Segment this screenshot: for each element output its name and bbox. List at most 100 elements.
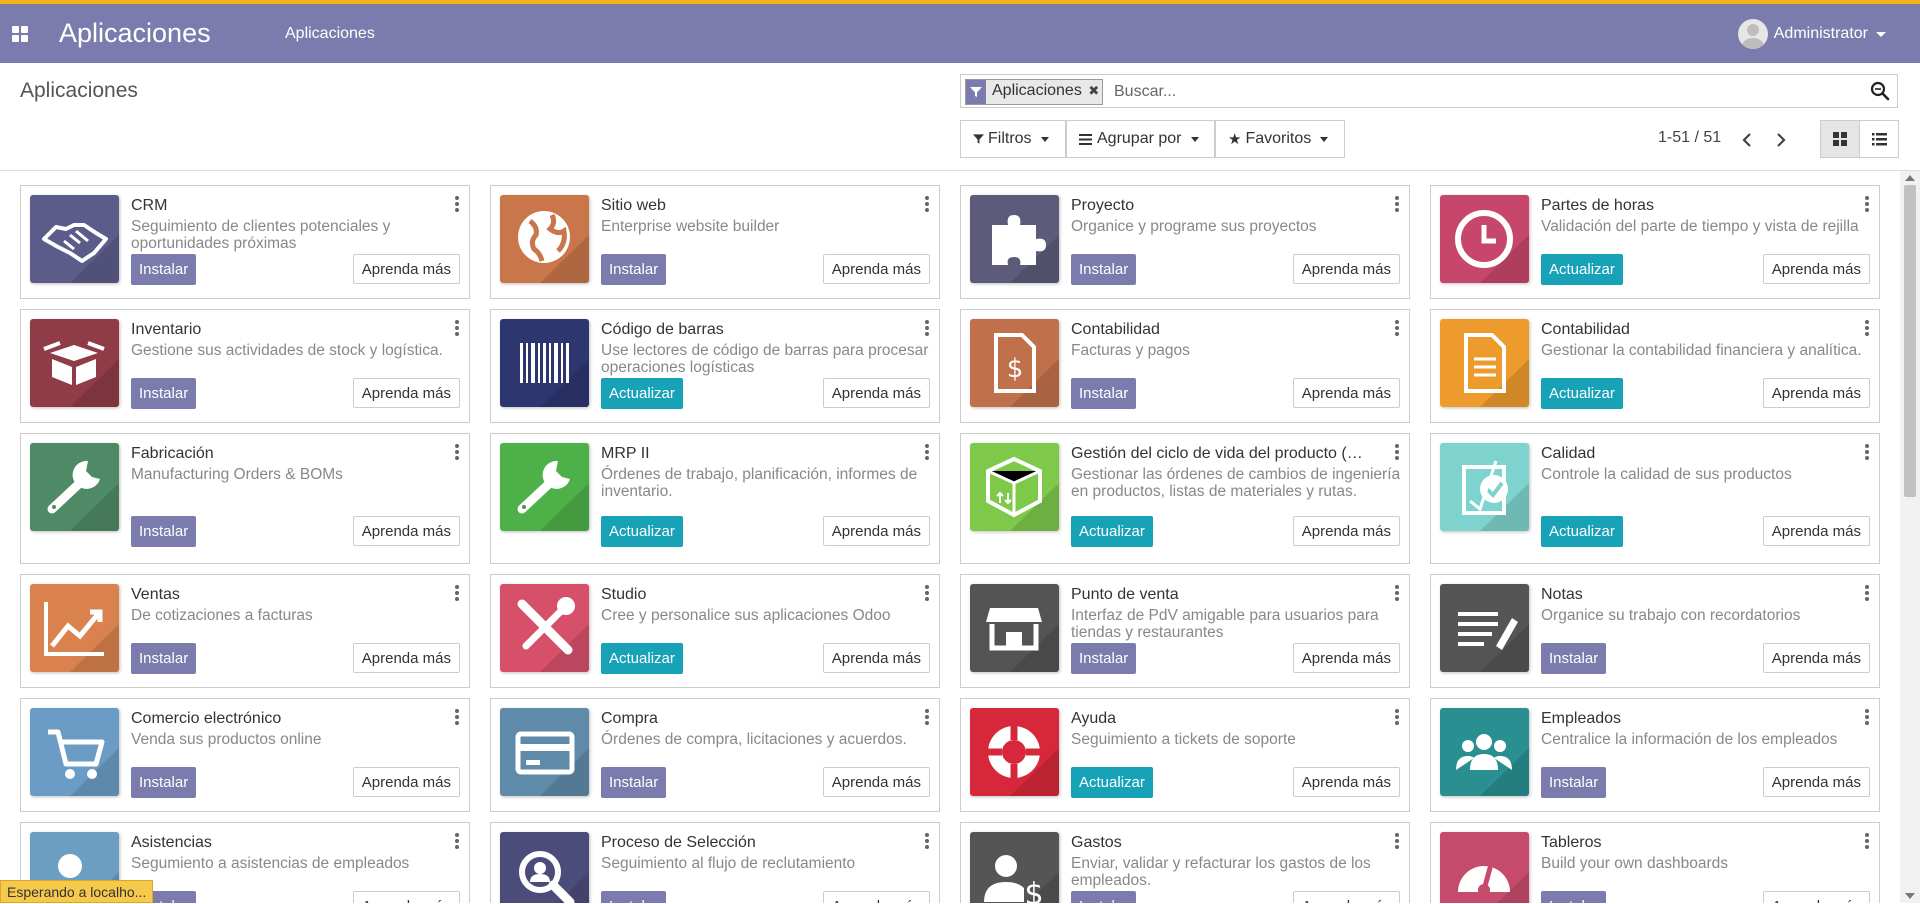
filters-dropdown[interactable]: Filtros (960, 120, 1066, 158)
learn-more-button[interactable]: Aprenda más (1292, 254, 1400, 284)
search-icon[interactable] (1869, 80, 1891, 102)
update-button[interactable]: Actualizar (1071, 767, 1153, 798)
app-name: Partes de horas (1541, 197, 1654, 214)
more-options-icon[interactable] (454, 320, 460, 336)
more-options-icon[interactable] (1864, 833, 1870, 849)
install-button[interactable]: Instalar (601, 254, 667, 285)
more-options-icon[interactable] (1864, 444, 1870, 460)
learn-more-button[interactable]: Aprenda más (1762, 378, 1870, 408)
apps-menu-icon[interactable] (12, 26, 28, 42)
more-options-icon[interactable] (1394, 833, 1400, 849)
install-button[interactable]: Instalar (131, 643, 197, 674)
learn-more-button[interactable]: Aprenda más (352, 378, 460, 408)
learn-more-button[interactable]: Aprenda más (1762, 891, 1870, 903)
update-button[interactable]: Actualizar (601, 516, 683, 547)
favorites-dropdown[interactable]: ★ Favoritos (1215, 120, 1345, 158)
app-name: Gastos (1071, 834, 1122, 851)
learn-more-button[interactable]: Aprenda más (822, 378, 930, 408)
update-button[interactable]: Actualizar (1541, 378, 1623, 409)
install-button[interactable]: Instalar (1071, 891, 1137, 903)
more-options-icon[interactable] (924, 444, 930, 460)
install-button[interactable]: Instalar (601, 891, 667, 903)
learn-more-button[interactable]: Aprenda más (1762, 254, 1870, 284)
learn-more-button[interactable]: Aprenda más (822, 891, 930, 903)
user-menu[interactable]: Administrator (1737, 18, 1886, 50)
install-button[interactable]: Instalar (1071, 254, 1137, 285)
learn-more-button[interactable]: Aprenda más (352, 516, 460, 546)
install-button[interactable]: Instalar (601, 767, 667, 798)
app-card: Inventario Gestione sus actividades de st… (20, 309, 470, 423)
clock-icon (1440, 195, 1529, 283)
learn-more-button[interactable]: Aprenda más (352, 254, 460, 284)
app-description: Organice y programe sus proyectos (1071, 218, 1317, 235)
nav-menu-aplicaciones[interactable]: Aplicaciones (285, 25, 375, 43)
update-button[interactable]: Actualizar (601, 643, 683, 674)
learn-more-button[interactable]: Aprenda más (822, 643, 930, 673)
update-button[interactable]: Actualizar (1541, 254, 1623, 285)
learn-more-button[interactable]: Aprenda más (1292, 378, 1400, 408)
install-button[interactable]: Instalar (1541, 767, 1607, 798)
more-options-icon[interactable] (1394, 320, 1400, 336)
more-options-icon[interactable] (924, 833, 930, 849)
close-icon[interactable]: ✖ (1086, 80, 1102, 104)
scrollbar[interactable] (1900, 171, 1920, 903)
search-input[interactable] (1112, 80, 1816, 104)
favorites-label: Favoritos (1245, 130, 1312, 147)
app-name: Fabricación (131, 445, 214, 462)
install-button[interactable]: Instalar (131, 767, 197, 798)
learn-more-button[interactable]: Aprenda más (822, 254, 930, 284)
box-icon (30, 319, 119, 407)
more-options-icon[interactable] (1864, 196, 1870, 212)
learn-more-button[interactable]: Aprenda más (352, 767, 460, 797)
scroll-down-icon[interactable] (1905, 893, 1915, 899)
more-options-icon[interactable] (1864, 320, 1870, 336)
more-options-icon[interactable] (924, 585, 930, 601)
list-view-button[interactable] (1859, 120, 1899, 158)
install-button[interactable]: Instalar (1541, 643, 1607, 674)
more-options-icon[interactable] (454, 709, 460, 725)
more-options-icon[interactable] (1864, 709, 1870, 725)
more-options-icon[interactable] (454, 585, 460, 601)
learn-more-button[interactable]: Aprenda más (822, 767, 930, 797)
learn-more-button[interactable]: Aprenda más (1292, 643, 1400, 673)
pager-next-icon[interactable] (1773, 131, 1789, 149)
install-button[interactable]: Instalar (131, 254, 197, 285)
more-options-icon[interactable] (924, 320, 930, 336)
group-by-dropdown[interactable]: Agrupar por (1066, 120, 1215, 158)
learn-more-button[interactable]: Aprenda más (1762, 643, 1870, 673)
app-description: Facturas y pagos (1071, 342, 1190, 359)
more-options-icon[interactable] (1394, 444, 1400, 460)
scroll-thumb[interactable] (1904, 185, 1916, 497)
more-options-icon[interactable] (454, 196, 460, 212)
app-description: Enterprise website builder (601, 218, 780, 235)
more-options-icon[interactable] (1864, 585, 1870, 601)
more-options-icon[interactable] (1394, 709, 1400, 725)
update-button[interactable]: Actualizar (601, 378, 683, 409)
learn-more-button[interactable]: Aprenda más (1292, 767, 1400, 797)
learn-more-button[interactable]: Aprenda más (352, 891, 460, 903)
install-button[interactable]: Instalar (1071, 643, 1137, 674)
install-button[interactable]: Instalar (131, 516, 197, 547)
learn-more-button[interactable]: Aprenda más (1292, 891, 1400, 903)
more-options-icon[interactable] (454, 444, 460, 460)
pager-value[interactable]: 1-51 / 51 (1658, 129, 1721, 147)
kanban-view-button[interactable] (1820, 120, 1860, 158)
pager-previous-icon[interactable] (1739, 131, 1755, 149)
learn-more-button[interactable]: Aprenda más (822, 516, 930, 546)
learn-more-button[interactable]: Aprenda más (352, 643, 460, 673)
more-options-icon[interactable] (924, 196, 930, 212)
update-button[interactable]: Actualizar (1071, 516, 1153, 547)
more-options-icon[interactable] (1394, 196, 1400, 212)
more-options-icon[interactable] (924, 709, 930, 725)
update-button[interactable]: Actualizar (1541, 516, 1623, 547)
app-name: CRM (131, 197, 168, 214)
learn-more-button[interactable]: Aprenda más (1762, 767, 1870, 797)
more-options-icon[interactable] (454, 833, 460, 849)
install-button[interactable]: Instalar (1071, 378, 1137, 409)
scroll-up-icon[interactable] (1905, 175, 1915, 181)
install-button[interactable]: Instalar (1541, 891, 1607, 903)
learn-more-button[interactable]: Aprenda más (1292, 516, 1400, 546)
learn-more-button[interactable]: Aprenda más (1762, 516, 1870, 546)
install-button[interactable]: Instalar (131, 378, 197, 409)
more-options-icon[interactable] (1394, 585, 1400, 601)
